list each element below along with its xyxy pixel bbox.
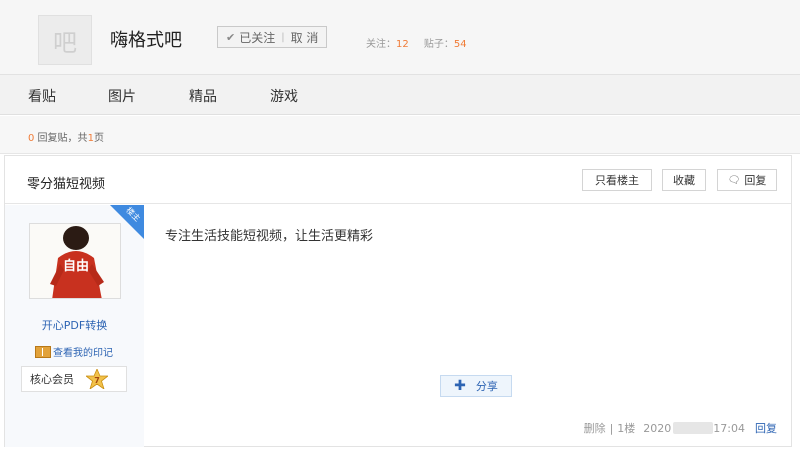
reply-count-bar: 0 回复贴，共1页	[0, 116, 800, 154]
redacted-date	[673, 422, 714, 434]
level-number: 7	[94, 376, 100, 385]
forum-stats: 关注：12 贴子：54	[366, 35, 479, 50]
reply-button[interactable]: 🗨 回复	[717, 169, 777, 191]
view-marks-link[interactable]: 查看我的印记	[35, 344, 113, 359]
nav-item-posts[interactable]: 看贴	[28, 86, 56, 106]
reply-count-label: 回复贴，共	[34, 133, 88, 144]
post-header: 零分猫短视频 只看楼主 收藏 🗨 回复	[5, 156, 791, 204]
forum-logo: 吧	[38, 15, 92, 65]
posts-label: 贴子：	[423, 39, 454, 50]
nav-item-games[interactable]: 游戏	[270, 86, 298, 106]
view-marks-label: 查看我的印记	[53, 348, 113, 359]
avatar-text: 自由	[63, 258, 89, 274]
plus-icon: ✚	[454, 378, 466, 394]
collect-button[interactable]: 收藏	[662, 169, 706, 191]
follow-separator: |	[281, 31, 285, 43]
footer-reply-link[interactable]: 回复	[755, 420, 777, 436]
post-title: 零分猫短视频	[27, 177, 106, 192]
logo-text: 吧	[53, 28, 77, 57]
nav-item-featured[interactable]: 精品	[189, 86, 217, 106]
forum-nav: 看贴 图片 精品 游戏	[0, 75, 800, 115]
author-panel: 楼主 自由 开心PDF转换 查看我的印记 核心会员 7	[5, 205, 144, 447]
footer-divider: |	[609, 421, 614, 435]
post-date: 2020	[643, 421, 672, 435]
collect-label: 收藏	[673, 174, 695, 187]
forum-title: 嗨格式吧	[110, 30, 182, 51]
post-content: 专注生活技能短视频，让生活更精彩	[165, 229, 374, 244]
share-label: 分享	[475, 380, 498, 393]
share-button[interactable]: ✚ 分享	[440, 375, 512, 397]
floor-number: 1楼	[617, 422, 636, 435]
page-count-label: 页	[93, 133, 104, 144]
followers-count: 12	[396, 39, 409, 50]
avatar[interactable]: 自由	[29, 223, 121, 299]
checkmark-icon: ✔	[226, 30, 236, 44]
reply-count-text: 0 回复贴，共1页	[28, 129, 104, 144]
unfollow-button[interactable]: 取 消	[291, 29, 319, 46]
delete-link[interactable]: 删除	[584, 420, 606, 436]
author-name[interactable]: 开心PDF转换	[5, 317, 144, 333]
avatar-image: 自由	[30, 224, 120, 298]
post-footer: 删除 | 1楼 2020 17:04 回复	[584, 420, 777, 436]
follow-control[interactable]: ✔ 已关注 | 取 消	[217, 26, 328, 48]
nav-item-images[interactable]: 图片	[108, 86, 136, 106]
comment-icon: 🗨	[727, 174, 741, 186]
post-time: 17:04	[713, 421, 745, 435]
member-badge: 核心会员 7	[21, 366, 127, 392]
only-op-button[interactable]: 只看楼主	[582, 169, 652, 191]
book-icon	[35, 345, 51, 358]
post-card: 零分猫短视频 只看楼主 收藏 🗨 回复 楼主 自由 开心PDF转换 查看我的印记 …	[4, 155, 792, 447]
followers-label: 关注：	[366, 39, 396, 50]
posts-count: 54	[453, 39, 467, 50]
reply-label: 回复	[744, 174, 767, 187]
only-op-label: 只看楼主	[595, 174, 639, 187]
level-star-icon: 7	[84, 367, 110, 391]
followed-label: 已关注	[239, 30, 276, 45]
member-label: 核心会员	[30, 373, 74, 386]
forum-header: 吧 嗨格式吧 ✔ 已关注 | 取 消 关注：12 贴子：54	[0, 0, 800, 75]
